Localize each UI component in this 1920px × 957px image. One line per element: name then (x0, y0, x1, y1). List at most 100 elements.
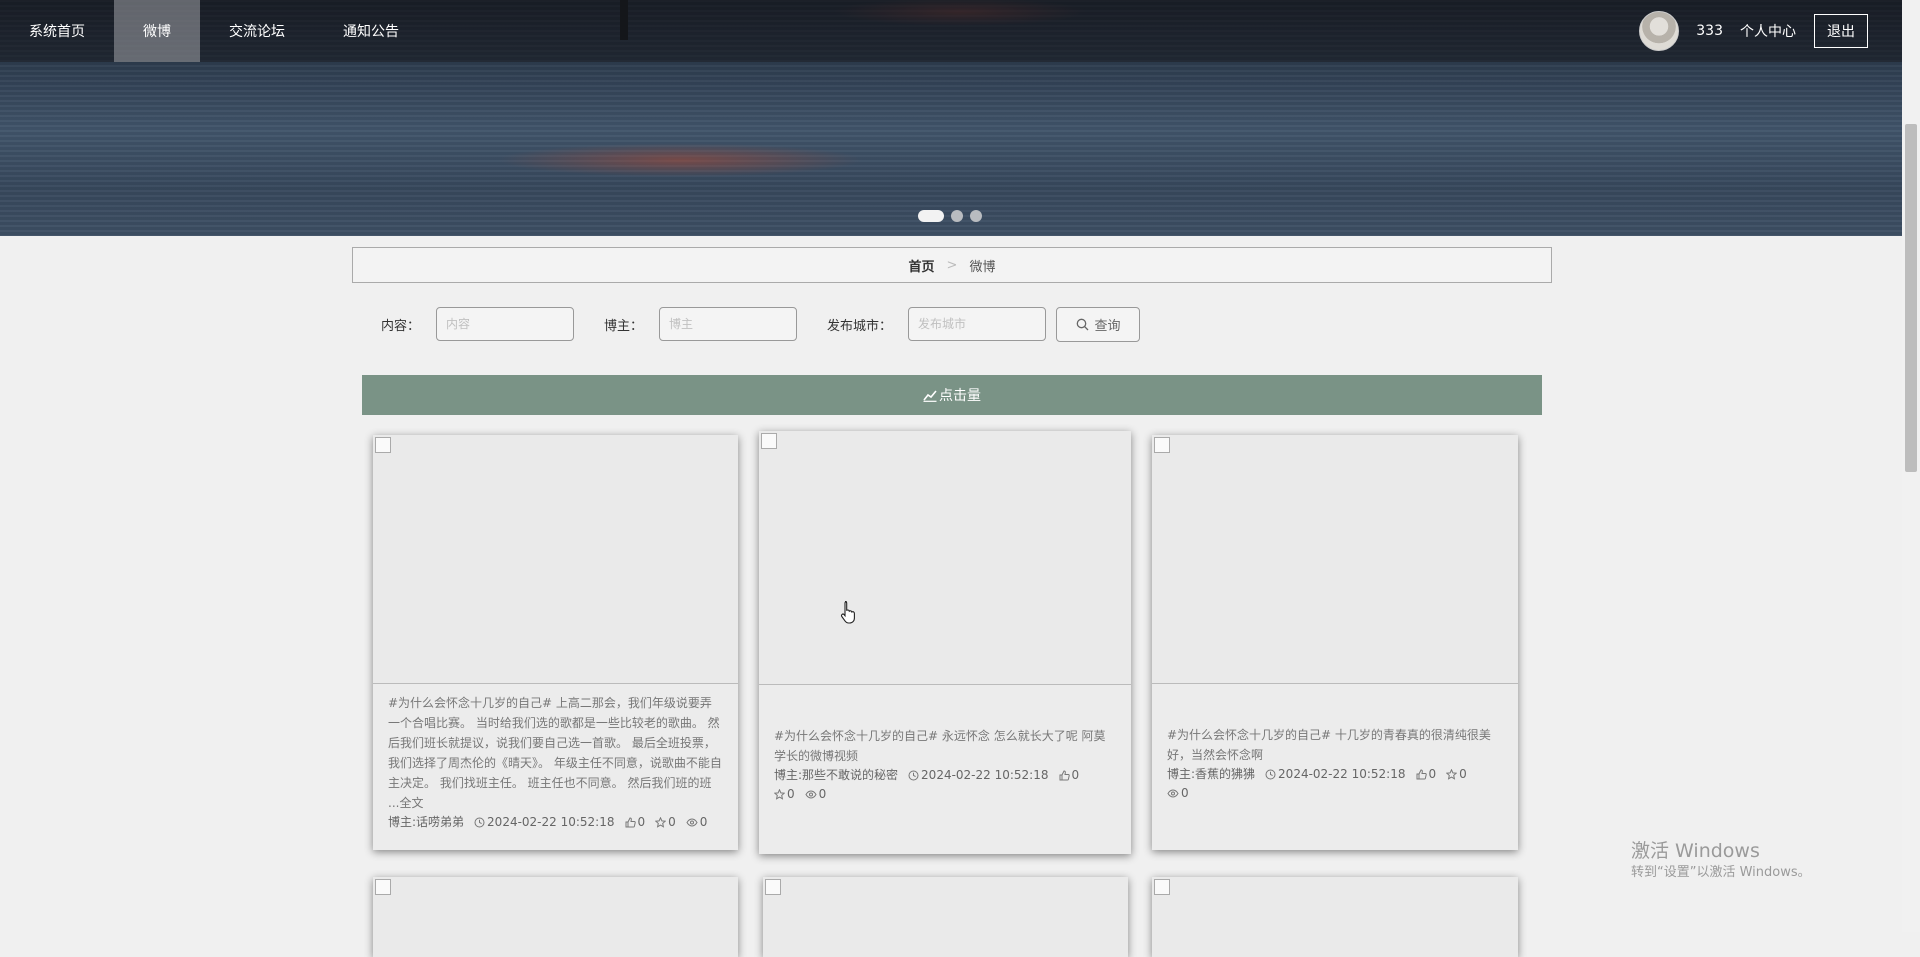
card-views: 0 (1167, 784, 1189, 803)
search-icon (1076, 318, 1088, 330)
weibo-card[interactable] (763, 877, 1128, 957)
weibo-card[interactable] (373, 877, 738, 957)
card-favorites-count: 0 (787, 787, 795, 801)
windows-activation-watermark: 激活 Windows 转到“设置”以激活 Windows。 (1631, 839, 1811, 883)
card-favorites-count: 0 (1459, 767, 1467, 781)
card-time-value: 2024-02-22 10:52:18 (487, 815, 615, 829)
card-likes-count: 0 (1071, 768, 1080, 782)
hand-cursor-icon (840, 600, 855, 624)
card-meta: 博主:香蕉的狒狒 2024-02-22 10:52:18 0 0 0 (1167, 765, 1503, 803)
card-meta: 博主:话唠弟弟 2024-02-22 10:52:18 0 0 0 (388, 813, 723, 832)
clock-icon (1265, 769, 1276, 780)
card-likes-count: 0 (637, 815, 646, 829)
weibo-card[interactable]: #为什么会怀念十几岁的自己# 上高二那会，我们年级说要弄一个合唱比赛。 当时给我… (373, 435, 738, 850)
card-text[interactable]: #为什么会怀念十几岁的自己# 十几岁的青春真的很清纯很美好，当然会怀念啊 (1167, 725, 1503, 765)
sort-by-clicks-bar[interactable]: 点击量 (362, 375, 1542, 415)
card-likes: 0 (1416, 765, 1437, 784)
city-label: 发布城市： (827, 318, 893, 334)
broken-image-icon (375, 879, 391, 895)
weibo-card[interactable]: #为什么会怀念十几岁的自己# 十几岁的青春真的很清纯很美好，当然会怀念啊 博主:… (1152, 435, 1518, 850)
card-image[interactable] (373, 435, 738, 684)
weibo-card[interactable]: #为什么会怀念十几岁的自己# 永远怀念 怎么就长大了呢 阿莫学长的微博视频 博主… (759, 431, 1131, 854)
eye-icon (1167, 789, 1179, 798)
broken-image-icon (1154, 437, 1170, 453)
nav-item-weibo[interactable]: 微博 (114, 0, 200, 62)
card-content: #为什么会怀念十几岁的自己# 上高二那会，我们年级说要弄一个合唱比赛。 当时给我… (388, 693, 723, 832)
chart-icon (923, 389, 937, 402)
query-button[interactable]: 查询 (1056, 306, 1141, 342)
card-likes: 0 (1059, 766, 1080, 785)
card-time-value: 2024-02-22 10:52:18 (921, 768, 1049, 782)
carousel-indicators (918, 210, 982, 222)
user-name: 333 (1696, 23, 1723, 39)
scrollbar-thumb[interactable] (1905, 124, 1917, 472)
author-input[interactable] (659, 307, 798, 341)
card-content: #为什么会怀念十几岁的自己# 永远怀念 怎么就长大了呢 阿莫学长的微博视频 博主… (774, 726, 1116, 804)
card-image[interactable] (1152, 877, 1518, 957)
card-views-count: 0 (818, 787, 827, 801)
query-button-label: 查询 (1094, 318, 1121, 334)
card-favorites: 0 (774, 785, 795, 804)
broken-image-icon (765, 879, 781, 895)
personal-center-link[interactable]: 个人中心 (1740, 21, 1796, 41)
card-author: 博主:话唠弟弟 (388, 815, 465, 829)
carousel-dot-2[interactable] (951, 210, 963, 222)
carousel-dot-1[interactable] (918, 210, 944, 222)
thumbs-up-icon (625, 817, 636, 828)
card-time: 2024-02-22 10:52:18 (1265, 765, 1406, 784)
clock-icon (908, 770, 919, 781)
card-views: 0 (686, 813, 708, 832)
eye-icon (805, 790, 817, 799)
star-icon (774, 789, 785, 800)
sort-by-clicks-label: 点击量 (939, 388, 981, 404)
weibo-card[interactable] (1152, 877, 1518, 957)
author-label: 博主： (604, 318, 644, 334)
user-area: 333 个人中心 退出 (1639, 0, 1868, 62)
card-views: 0 (805, 785, 827, 804)
avatar[interactable] (1639, 11, 1680, 51)
nav-item-forum[interactable]: 交流论坛 (200, 0, 314, 62)
card-author: 博主:香蕉的狒狒 (1167, 767, 1256, 781)
card-author: 博主:那些不敢说的秘密 (774, 768, 899, 782)
card-meta: 博主:那些不敢说的秘密 2024-02-22 10:52:18 0 0 0 (774, 766, 1116, 804)
broken-image-icon (1154, 879, 1170, 895)
clock-icon (474, 817, 485, 828)
thumbs-up-icon (1416, 769, 1427, 780)
card-image[interactable] (373, 877, 738, 957)
watermark-title: 激活 Windows (1631, 840, 1760, 862)
card-text[interactable]: #为什么会怀念十几岁的自己# 上高二那会，我们年级说要弄一个合唱比赛。 当时给我… (388, 693, 723, 813)
card-image[interactable] (759, 431, 1131, 685)
carousel-dot-3[interactable] (970, 210, 982, 222)
star-icon (655, 817, 667, 828)
card-text[interactable]: #为什么会怀念十几岁的自己# 永远怀念 怎么就长大了呢 阿莫学长的微博视频 (774, 726, 1116, 766)
page-scrollbar[interactable] (1902, 0, 1920, 932)
eye-icon (686, 818, 698, 827)
card-favorites: 0 (1446, 765, 1467, 784)
card-favorites-count: 0 (668, 815, 676, 829)
card-views-count: 0 (699, 815, 708, 829)
content-label: 内容： (381, 318, 421, 334)
breadcrumb-home[interactable]: 首页 (909, 256, 935, 275)
star-icon (1446, 769, 1458, 780)
card-content: #为什么会怀念十几岁的自己# 十几岁的青春真的很清纯很美好，当然会怀念啊 博主:… (1167, 725, 1503, 803)
card-time: 2024-02-22 10:52:18 (474, 813, 615, 832)
card-likes-count: 0 (1428, 767, 1437, 781)
broken-image-icon (375, 437, 391, 453)
logout-button[interactable]: 退出 (1814, 14, 1868, 48)
card-image[interactable] (763, 877, 1128, 957)
card-favorites: 0 (655, 813, 676, 832)
card-time: 2024-02-22 10:52:18 (908, 766, 1049, 785)
thumbs-up-icon (1059, 770, 1070, 781)
nav-item-notices[interactable]: 通知公告 (314, 0, 428, 62)
card-image[interactable] (1152, 435, 1518, 684)
breadcrumb-separator: > (946, 257, 958, 273)
city-input[interactable] (908, 307, 1047, 341)
broken-image-icon (761, 433, 777, 449)
content-input[interactable] (436, 307, 575, 341)
breadcrumb: 首页 > 微博 (352, 247, 1552, 283)
watermark-subtitle: 转到“设置”以激活 Windows。 (1631, 865, 1811, 880)
nav-item-home[interactable]: 系统首页 (0, 0, 114, 62)
breadcrumb-current: 微博 (969, 259, 996, 275)
card-time-value: 2024-02-22 10:52:18 (1278, 767, 1406, 781)
card-views-count: 0 (1181, 786, 1189, 800)
